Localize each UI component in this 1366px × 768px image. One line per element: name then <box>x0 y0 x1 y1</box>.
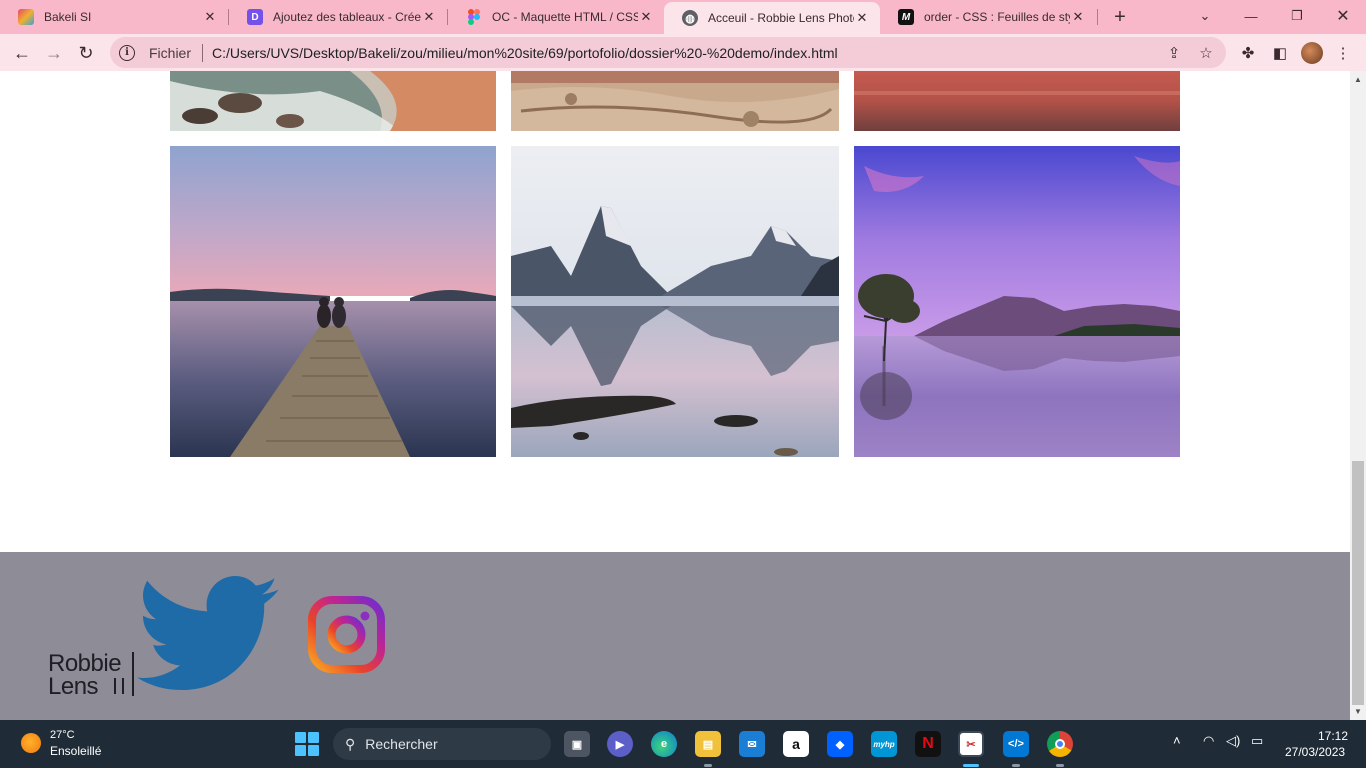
start-button[interactable] <box>295 732 319 756</box>
battery-icon[interactable]: ▭ <box>1251 733 1263 749</box>
tab-separator <box>1097 9 1098 25</box>
vscode-icon[interactable]: </> <box>1003 731 1029 757</box>
logo-bar <box>132 652 134 696</box>
minimize-button[interactable]: — <box>1228 0 1274 32</box>
windows-taskbar: 27°C Ensoleillé ⚲ Rechercher ▣ ▶ e ▤ ✉ a… <box>0 720 1366 768</box>
start-logo-tile <box>295 732 306 743</box>
scroll-up-arrow-icon[interactable]: ▲ <box>1354 75 1362 84</box>
reload-button[interactable]: ↻ <box>72 39 100 67</box>
edge-icon[interactable]: e <box>651 731 677 757</box>
show-hidden-icons-chevron-icon[interactable]: ˄ <box>1173 733 1181 748</box>
robbie-lens-logo[interactable]: Robbie Lens <box>48 650 138 700</box>
extensions-puzzle-icon[interactable]: ✤ <box>1237 42 1259 64</box>
new-tab-button[interactable]: + <box>1108 5 1132 29</box>
share-icon[interactable]: ⇪ <box>1162 44 1186 62</box>
search-icon: ⚲ <box>345 735 356 752</box>
tab-openclassrooms[interactable]: D Ajoutez des tableaux - Créez ✕ <box>229 0 447 34</box>
logo-line-2: Lens <box>48 673 99 700</box>
tab-title: Acceuil - Robbie Lens Photog <box>708 11 854 25</box>
openclassrooms-icon: D <box>247 9 263 25</box>
netflix-icon[interactable]: N <box>915 731 941 757</box>
sun-icon[interactable] <box>21 733 41 753</box>
profile-avatar[interactable] <box>1301 42 1323 64</box>
tab-title: Bakeli SI <box>44 10 92 24</box>
close-icon[interactable]: ✕ <box>202 9 218 25</box>
rock-texture-photo[interactable] <box>511 71 839 131</box>
page-viewport: Robbie Lens <box>0 71 1350 720</box>
tab-mdn[interactable]: M order - CSS : Feuilles de style ✕ <box>880 0 1096 34</box>
address-scheme-label: Fichier <box>149 44 192 61</box>
scrollbar-thumb[interactable] <box>1352 461 1364 705</box>
side-panel-icon[interactable]: ◧ <box>1269 42 1291 64</box>
bookmark-star-icon[interactable]: ☆ <box>1194 44 1218 62</box>
pier-couple-sunset-photo[interactable] <box>170 146 496 457</box>
clock-date[interactable]: 27/03/2023 <box>1285 745 1345 759</box>
active-indicator <box>963 764 979 767</box>
beach-rocks-photo[interactable] <box>170 71 496 131</box>
myhp-icon[interactable]: myhp <box>871 731 897 757</box>
site-footer: Robbie Lens <box>0 552 1350 720</box>
mdn-icon: M <box>898 9 914 25</box>
dropbox-icon[interactable]: ◆ <box>827 731 853 757</box>
clock-time[interactable]: 17:12 <box>1318 729 1348 743</box>
weather-description[interactable]: Ensoleillé <box>50 744 101 758</box>
tab-figma[interactable]: OC - Maquette HTML / CSS d ✕ <box>448 0 664 34</box>
close-icon[interactable]: ✕ <box>1070 9 1086 25</box>
close-icon[interactable]: ✕ <box>421 9 437 25</box>
purple-lake-tree-photo[interactable] <box>854 146 1180 457</box>
running-indicator <box>704 764 712 767</box>
address-divider <box>202 43 204 62</box>
figma-icon <box>466 9 482 25</box>
tab-search-chevron-icon[interactable]: ⌄ <box>1182 0 1228 32</box>
page-scrollbar[interactable]: ▲ ▼ <box>1350 71 1366 720</box>
task-view-icon[interactable]: ▣ <box>564 731 590 757</box>
chrome-center-dot <box>1055 739 1065 749</box>
browser-tab-strip: Bakeli SI ✕ D Ajoutez des tableaux - Cré… <box>0 0 1366 34</box>
teams-icon[interactable]: ▶ <box>607 731 633 757</box>
menu-kebab-icon[interactable]: ⋮ <box>1332 42 1354 64</box>
site-info-icon[interactable]: i <box>119 44 135 61</box>
restore-button[interactable]: ❐ <box>1274 0 1320 32</box>
weather-temperature[interactable]: 27°C <box>50 729 75 741</box>
search-placeholder: Rechercher <box>365 736 438 752</box>
browser-toolbar: ← → ↻ i Fichier C:/Users/UVS/Desktop/Bak… <box>0 34 1366 71</box>
address-bar[interactable]: i Fichier C:/Users/UVS/Desktop/Bakeli/zo… <box>110 37 1226 68</box>
snipping-tool-icon[interactable]: ✂ <box>958 731 984 757</box>
tab-title: order - CSS : Feuilles de style <box>924 10 1070 24</box>
wifi-icon[interactable]: ◠ <box>1203 733 1214 749</box>
globe-icon: ◍ <box>682 10 698 26</box>
back-button[interactable]: ← <box>8 39 36 67</box>
url-text[interactable]: C:/Users/UVS/Desktop/Bakeli/zou/milieu/m… <box>212 45 1162 61</box>
close-icon[interactable]: ✕ <box>638 9 654 25</box>
file-explorer-icon[interactable]: ▤ <box>695 731 721 757</box>
amazon-icon[interactable]: a <box>783 731 809 757</box>
bakeli-logo-icon <box>18 9 34 25</box>
tab-title: OC - Maquette HTML / CSS d <box>492 10 638 24</box>
mail-icon[interactable]: ✉ <box>739 731 765 757</box>
chrome-icon[interactable] <box>1047 731 1073 757</box>
running-indicator <box>1056 764 1064 767</box>
close-icon[interactable]: ✕ <box>854 10 870 26</box>
close-window-button[interactable]: ✕ <box>1320 0 1366 32</box>
twitter-icon[interactable] <box>135 576 283 696</box>
start-logo-tile <box>295 745 306 756</box>
mountain-lake-reflection-photo[interactable] <box>511 146 839 457</box>
scroll-down-arrow-icon[interactable]: ▼ <box>1354 707 1362 716</box>
running-indicator <box>1012 764 1020 767</box>
tab-robbie-lens[interactable]: ◍ Acceuil - Robbie Lens Photog ✕ <box>664 2 880 34</box>
forward-button[interactable]: → <box>40 39 68 67</box>
logo-tick <box>114 678 116 694</box>
start-logo-tile <box>308 745 319 756</box>
instagram-icon[interactable] <box>308 596 385 673</box>
volume-icon[interactable]: ◁) <box>1226 733 1240 749</box>
tab-bakeli[interactable]: Bakeli SI ✕ <box>0 0 228 34</box>
tab-title: Ajoutez des tableaux - Créez <box>273 10 421 24</box>
taskbar-search-box[interactable]: ⚲ Rechercher <box>333 728 551 760</box>
logo-tick <box>122 678 124 694</box>
red-water-photo[interactable] <box>854 71 1180 131</box>
start-logo-tile <box>308 732 319 743</box>
